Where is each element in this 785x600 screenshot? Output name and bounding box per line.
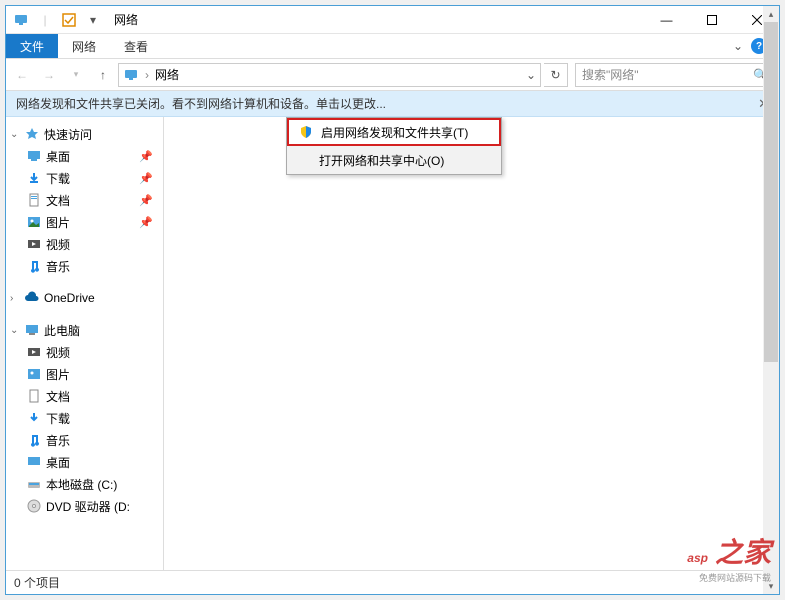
window-title: 网络 xyxy=(114,11,138,28)
search-input[interactable]: 搜索"网络" 🔍 xyxy=(575,63,775,87)
pin-icon: 📌 xyxy=(139,150,159,163)
navigation-bar: ← → ▾ ↑ › 网络 ⌄ ↻ 搜索"网络" 🔍 xyxy=(6,59,779,91)
picture-icon xyxy=(26,366,42,382)
tab-network[interactable]: 网络 xyxy=(58,34,110,58)
properties-icon[interactable] xyxy=(58,9,80,31)
menu-enable-discovery[interactable]: 启用网络发现和文件共享(T) xyxy=(287,118,501,146)
chevron-down-icon[interactable]: ⌄ xyxy=(10,325,20,336)
tree-quick-access[interactable]: ⌄ 快速访问 xyxy=(6,123,163,145)
address-dropdown-icon[interactable]: ⌄ xyxy=(526,68,536,82)
tree-item-videos[interactable]: 视频 xyxy=(6,233,163,255)
minimize-button[interactable]: — xyxy=(644,6,689,34)
music-icon xyxy=(26,258,42,274)
music-icon xyxy=(26,432,42,448)
content-pane[interactable]: 启用网络发现和文件共享(T) 打开网络和共享中心(O) xyxy=(164,117,779,570)
ribbon: 文件 网络 查看 ⌄ ? xyxy=(6,34,779,59)
tree-item-dvd-drive-d[interactable]: DVD 驱动器 (D: xyxy=(6,495,163,517)
tree-item-desktop[interactable]: 桌面 xyxy=(6,451,163,473)
info-bar-message: 网络发现和文件共享已关闭。看不到网络计算机和设备。单击以更改... xyxy=(16,95,386,112)
pin-icon: 📌 xyxy=(139,216,159,229)
star-icon xyxy=(24,126,40,142)
chevron-down-icon[interactable]: ⌄ xyxy=(10,129,20,140)
menu-item-label: 打开网络和共享中心(O) xyxy=(319,152,444,169)
document-icon xyxy=(26,192,42,208)
shield-icon xyxy=(299,125,313,139)
quick-access-toolbar: | ▾ xyxy=(6,9,108,31)
tree-item-desktop[interactable]: 桌面📌 xyxy=(6,145,163,167)
tree-item-videos[interactable]: 视频 xyxy=(6,341,163,363)
refresh-button[interactable]: ↻ xyxy=(544,63,568,87)
picture-icon xyxy=(26,214,42,230)
tree-item-documents[interactable]: 文档 xyxy=(6,385,163,407)
recent-dropdown[interactable]: ▾ xyxy=(64,63,88,87)
breadcrumb-separator: › xyxy=(145,68,149,82)
pc-icon xyxy=(24,322,40,338)
divider-icon: | xyxy=(34,9,56,31)
pin-icon: 📌 xyxy=(139,194,159,207)
cloud-icon xyxy=(24,290,40,306)
download-icon xyxy=(26,410,42,426)
address-bar[interactable]: › 网络 ⌄ xyxy=(118,63,541,87)
status-bar: 0 个项目 xyxy=(6,570,779,594)
desktop-icon xyxy=(26,454,42,470)
tree-item-music[interactable]: 音乐 xyxy=(6,255,163,277)
tab-view[interactable]: 查看 xyxy=(110,34,162,58)
ribbon-expand-icon[interactable]: ⌄ xyxy=(733,39,743,53)
status-item-count: 0 个项目 xyxy=(14,574,60,591)
menu-item-label: 启用网络发现和文件共享(T) xyxy=(321,124,468,141)
download-icon xyxy=(26,170,42,186)
drive-icon xyxy=(26,476,42,492)
explorer-body: ⌄ 快速访问 桌面📌 下载📌 文档📌 图片📌 视频 音乐 ›OneDrive ⌄… xyxy=(6,117,779,570)
info-bar[interactable]: 网络发现和文件共享已关闭。看不到网络计算机和设备。单击以更改... ✕ xyxy=(6,91,779,117)
window-controls: — xyxy=(644,6,779,34)
tree-item-pictures[interactable]: 图片 xyxy=(6,363,163,385)
forward-button[interactable]: → xyxy=(37,63,61,87)
explorer-window: | ▾ 网络 — 文件 网络 查看 ⌄ ? ← → ▾ ↑ › 网络 ⌄ ↻ xyxy=(5,5,780,595)
tree-item-downloads[interactable]: 下载📌 xyxy=(6,167,163,189)
search-placeholder: 搜索"网络" xyxy=(582,66,639,83)
pin-icon: 📌 xyxy=(139,172,159,185)
network-icon xyxy=(10,9,32,31)
network-icon xyxy=(123,67,139,83)
document-icon xyxy=(26,388,42,404)
context-menu: 启用网络发现和文件共享(T) 打开网络和共享中心(O) xyxy=(286,117,502,175)
breadcrumb-item[interactable]: 网络 xyxy=(155,66,179,83)
maximize-button[interactable] xyxy=(689,6,734,34)
menu-open-sharing-center[interactable]: 打开网络和共享中心(O) xyxy=(287,146,501,174)
qat-dropdown-icon[interactable]: ▾ xyxy=(82,9,104,31)
tree-item-local-disk-c[interactable]: 本地磁盘 (C:) xyxy=(6,473,163,495)
chevron-right-icon[interactable]: › xyxy=(10,293,20,304)
tree-this-pc[interactable]: ⌄此电脑 xyxy=(6,319,163,341)
back-button[interactable]: ← xyxy=(10,63,34,87)
tree-item-music[interactable]: 音乐 xyxy=(6,429,163,451)
tree-label: 快速访问 xyxy=(44,126,92,143)
disc-icon xyxy=(26,498,42,514)
tree-item-downloads[interactable]: 下载 xyxy=(6,407,163,429)
titlebar: | ▾ 网络 — xyxy=(6,6,779,34)
desktop-icon xyxy=(26,148,42,164)
video-icon xyxy=(26,344,42,360)
up-button[interactable]: ↑ xyxy=(91,63,115,87)
tab-file[interactable]: 文件 xyxy=(6,34,58,58)
tree-item-pictures[interactable]: 图片📌 xyxy=(6,211,163,233)
navigation-pane[interactable]: ⌄ 快速访问 桌面📌 下载📌 文档📌 图片📌 视频 音乐 ›OneDrive ⌄… xyxy=(6,117,164,570)
video-icon xyxy=(26,236,42,252)
tree-item-documents[interactable]: 文档📌 xyxy=(6,189,163,211)
tree-onedrive[interactable]: ›OneDrive xyxy=(6,287,163,309)
